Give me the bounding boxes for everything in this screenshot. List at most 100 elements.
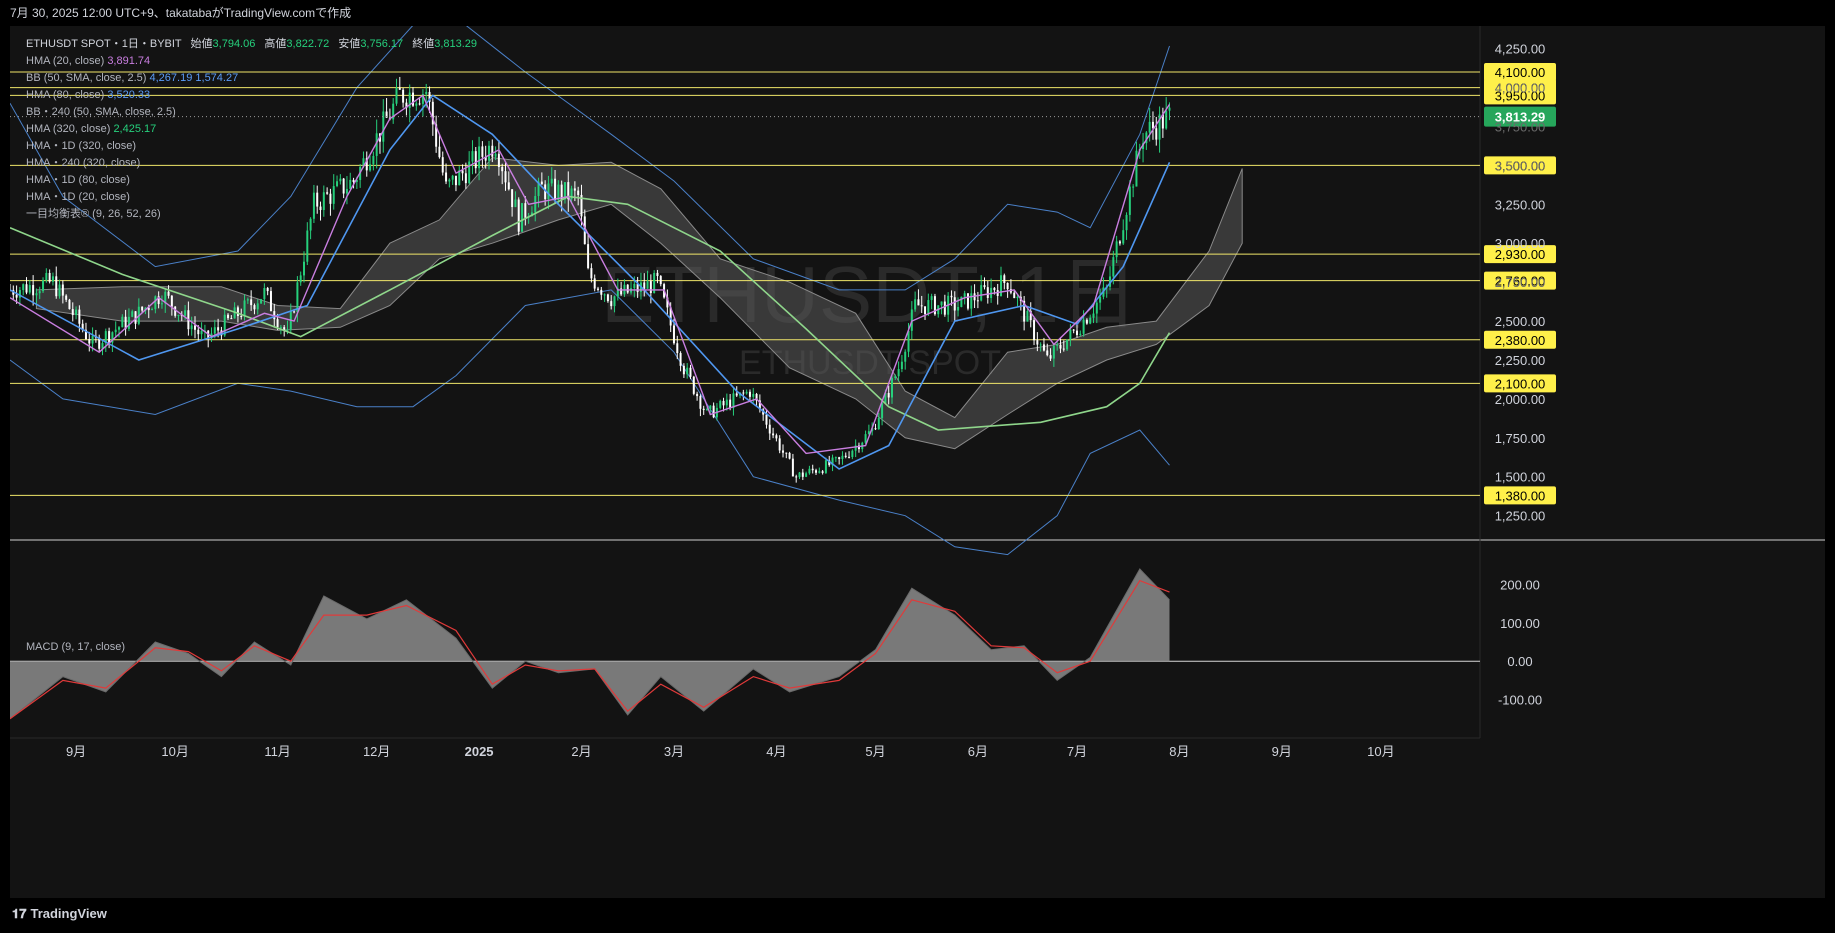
candle-body: [986, 287, 989, 298]
price-tick-label: 2,000.00: [1495, 392, 1546, 407]
legend-symbol[interactable]: ETHUSDT SPOT・1日・BYBIT: [26, 38, 181, 50]
candle-body: [32, 285, 35, 296]
candle-body: [976, 300, 979, 302]
candle[interactable]: [1066, 339, 1069, 351]
candle[interactable]: [960, 296, 963, 308]
candle-body: [141, 306, 144, 311]
candle-body: [805, 473, 808, 477]
candle-body: [240, 316, 243, 318]
candle-body: [966, 293, 969, 309]
legend-indicator[interactable]: HMA (320, close) 2,425.17: [26, 121, 477, 138]
candle-body: [887, 393, 890, 398]
candle-body: [51, 276, 54, 282]
candle-body: [940, 301, 943, 306]
candle-body: [649, 281, 652, 293]
chart-area[interactable]: ETHUSDT, 1日 ETHUSDT SPOT 4,100.004,000.0…: [9, 16, 1825, 898]
candle-body: [25, 284, 28, 293]
candle-body: [91, 335, 94, 344]
candle-body: [170, 295, 173, 307]
candle-body: [1112, 257, 1115, 277]
candle-body: [679, 353, 682, 366]
candle[interactable]: [933, 293, 936, 316]
time-tick-label: 2月: [571, 744, 591, 759]
legend-indicator[interactable]: HMA (20, close) 3,891.74: [26, 53, 477, 70]
candle-body: [1036, 340, 1039, 345]
candle-body: [131, 311, 134, 317]
candle-body: [306, 230, 309, 262]
legend-indicator[interactable]: HMA・1D (20, close): [26, 189, 477, 206]
candle-body: [881, 403, 884, 419]
candle-body: [550, 178, 553, 184]
candle-body: [891, 378, 893, 398]
candle-body: [1003, 275, 1006, 284]
candle-body: [788, 452, 791, 459]
candle-body: [748, 391, 751, 397]
candle-body: [848, 456, 851, 458]
candle-body: [1066, 339, 1069, 350]
candle-body: [851, 450, 854, 457]
time-tick-label: 7月: [1067, 744, 1087, 759]
candle-body: [709, 405, 712, 409]
candle-body: [768, 424, 771, 434]
candle-body: [1026, 310, 1029, 322]
macd-legend[interactable]: MACD (9, 17, close): [26, 641, 125, 653]
candle-body: [71, 309, 74, 316]
candle-body: [491, 145, 494, 157]
legend-indicator[interactable]: HMA (80, close) 3,520.33: [26, 87, 477, 104]
candle-body: [920, 305, 923, 307]
candle-body: [108, 331, 111, 343]
candle-body: [1006, 283, 1009, 290]
candle[interactable]: [68, 298, 71, 310]
price-tick-label: 1,250.00: [1495, 509, 1546, 524]
candle-body: [573, 188, 576, 191]
candle[interactable]: [521, 202, 524, 232]
legend-indicator[interactable]: 一目均衡表® (9, 26, 52, 26): [26, 206, 477, 223]
candle-body: [217, 327, 220, 331]
candle[interactable]: [966, 293, 969, 311]
candle-body: [88, 338, 91, 344]
candle-body: [68, 299, 71, 310]
candle-body: [65, 295, 68, 300]
indicator-label: HMA (20, close): [26, 55, 105, 67]
candle-body: [1059, 344, 1062, 349]
candle[interactable]: [626, 284, 629, 294]
candle-body: [1122, 230, 1125, 244]
price-tick-label: 3,500.00: [1495, 158, 1546, 173]
legend-symbol-row: ETHUSDT SPOT・1日・BYBIT 始値3,794.06 高値3,822…: [26, 36, 477, 53]
candle-body: [1092, 313, 1095, 318]
candle-body: [299, 275, 302, 283]
candle[interactable]: [788, 451, 791, 460]
price-tick-label: 3,250.00: [1495, 197, 1546, 212]
candle-body: [193, 325, 196, 330]
candle-body: [970, 293, 973, 309]
candle[interactable]: [517, 197, 520, 236]
candle-body: [154, 296, 157, 310]
candle-body: [177, 314, 180, 316]
candle-body: [118, 327, 121, 330]
indicator-value: 2,425.17: [113, 123, 157, 135]
candle[interactable]: [692, 375, 695, 396]
candle-body: [735, 393, 738, 396]
candle-body: [286, 329, 289, 331]
legend-indicator[interactable]: HMA・1D (320, close): [26, 138, 477, 155]
candle-body: [507, 182, 510, 190]
candle-body: [269, 291, 272, 312]
candle-body: [260, 299, 263, 304]
candle-body: [1125, 214, 1128, 231]
legend-indicator[interactable]: HMA・240 (320, close): [26, 155, 477, 172]
candle-body: [818, 471, 821, 473]
time-tick-label: 12月: [363, 744, 390, 759]
legend-indicator[interactable]: HMA・1D (80, close): [26, 172, 477, 189]
legend-indicator[interactable]: BB (50, SMA, close, 2.5) 4,267.19 1,574.…: [26, 70, 477, 87]
legend-indicator[interactable]: BB・240 (50, SMA, close, 2.5): [26, 104, 477, 121]
legend-low: 3,756.17: [360, 38, 404, 50]
chart-caption: 7月 30, 2025 12:00 UTC+9、takatabaがTrading…: [0, 0, 1835, 26]
tradingview-brand[interactable]: 𝟏𝟕 TradingView: [12, 906, 107, 922]
candle-body: [712, 405, 715, 418]
candle[interactable]: [260, 298, 263, 305]
candle-body: [590, 268, 593, 279]
candle-body: [874, 428, 877, 430]
candle-body: [980, 285, 983, 301]
candle[interactable]: [719, 399, 722, 410]
candle-body: [200, 330, 203, 335]
